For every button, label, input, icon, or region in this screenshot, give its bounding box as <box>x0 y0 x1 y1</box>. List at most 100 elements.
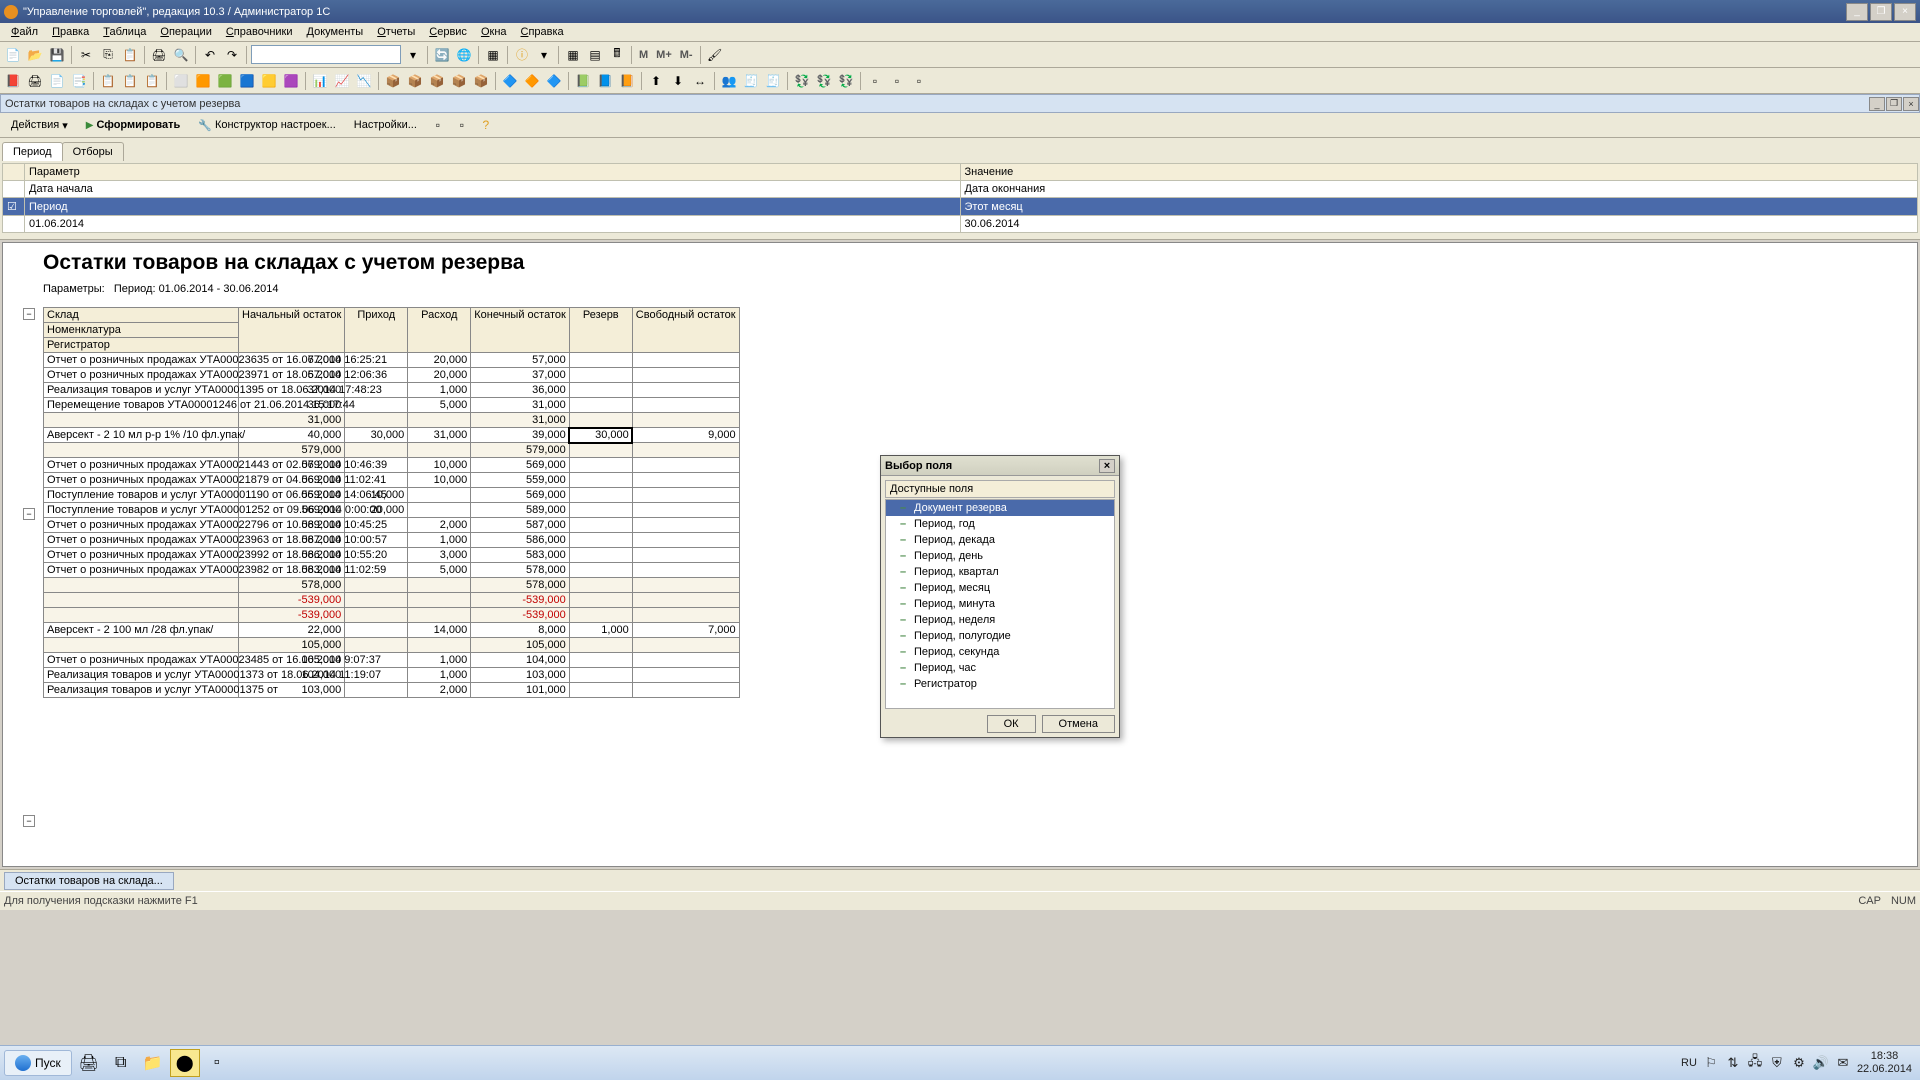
tray-flag-icon[interactable]: ⚐ <box>1703 1055 1719 1071</box>
table-row[interactable]: 578,000578,000 <box>44 578 740 593</box>
toolbar-icon[interactable]: 📦 <box>449 71 469 91</box>
tray-network-icon[interactable]: 🖧 <box>1747 1055 1763 1071</box>
table-row[interactable]: 31,00031,000 <box>44 413 740 428</box>
actions-dropdown[interactable]: Действия ▾ <box>4 116 75 135</box>
cancel-button[interactable]: Отмена <box>1042 715 1115 733</box>
tool-misc2[interactable]: ▫ <box>452 115 472 135</box>
field-item[interactable]: Документ резерва <box>886 500 1114 516</box>
tray-updown-icon[interactable]: ⇅ <box>1725 1055 1741 1071</box>
field-item[interactable]: Период, неделя <box>886 612 1114 628</box>
start-button[interactable]: Пуск <box>4 1050 72 1076</box>
tool-misc1[interactable]: ▫ <box>428 115 448 135</box>
grid2-icon[interactable]: ▤ <box>585 45 605 65</box>
table-row[interactable]: Отчет о розничных продажах УТА00023971 о… <box>44 368 740 383</box>
toolbar-icon[interactable]: 📋 <box>98 71 118 91</box>
table-row[interactable]: Перемещение товаров УТА00001246 от 21.06… <box>44 398 740 413</box>
toolbar-icon[interactable]: ⬆ <box>646 71 666 91</box>
table-row[interactable]: Отчет о розничных продажах УТА00022796 о… <box>44 518 740 533</box>
tray-shield-icon[interactable]: ⛨ <box>1769 1055 1785 1071</box>
field-item[interactable]: Период, месяц <box>886 580 1114 596</box>
cut-icon[interactable]: ✂ <box>76 45 96 65</box>
dropdown-icon[interactable]: ▾ <box>403 45 423 65</box>
table-row[interactable]: Отчет о розничных продажах УТА00021443 о… <box>44 458 740 473</box>
constructor-button[interactable]: 🔧 Конструктор настроек... <box>191 116 343 135</box>
preview-icon[interactable]: 🔍 <box>171 45 191 65</box>
field-item[interactable]: Период, декада <box>886 532 1114 548</box>
field-item[interactable]: Период, полугодие <box>886 628 1114 644</box>
field-item[interactable]: Период, день <box>886 548 1114 564</box>
ql-explorer-icon[interactable]: 📁 <box>138 1049 168 1077</box>
toolbar-icon[interactable]: 📦 <box>405 71 425 91</box>
field-item[interactable]: Период, квартал <box>886 564 1114 580</box>
brush-icon[interactable]: 🖌 <box>705 45 725 65</box>
toolbar-icon[interactable]: 📦 <box>471 71 491 91</box>
print-icon[interactable]: 🖨 <box>149 45 169 65</box>
window-tab[interactable]: Остатки товаров на склада... <box>4 872 174 890</box>
redo-icon[interactable]: ↷ <box>222 45 242 65</box>
table-row[interactable]: -539,000-539,000 <box>44 593 740 608</box>
table-row[interactable]: 105,000105,000 <box>44 638 740 653</box>
toolbar-icon[interactable]: 💱 <box>792 71 812 91</box>
table-row[interactable]: Отчет о розничных продажах УТА00023992 о… <box>44 548 740 563</box>
table-row[interactable]: -539,000-539,000 <box>44 608 740 623</box>
table-row[interactable]: Реализация товаров и услуг УТА00001373 о… <box>44 668 740 683</box>
toolbar-icon[interactable]: 📊 <box>310 71 330 91</box>
toolbar-icon[interactable]: ↔ <box>690 71 710 91</box>
tray-gear-icon[interactable]: ⚙ <box>1791 1055 1807 1071</box>
toolbar-icon[interactable]: 🔷 <box>500 71 520 91</box>
toolbar-icon[interactable]: 📗 <box>573 71 593 91</box>
toolbar-icon[interactable]: 📋 <box>142 71 162 91</box>
menu-item[interactable]: Окна <box>474 24 514 40</box>
table-row[interactable]: Аверсект - 2 10 мл р-р 1% /10 фл.упак/40… <box>44 428 740 443</box>
toolbar-icon[interactable]: 📕 <box>3 71 23 91</box>
toolbar-icon[interactable]: 📉 <box>354 71 374 91</box>
param-row[interactable]: 01.06.201430.06.2014 <box>3 216 1918 233</box>
toolbar-icon[interactable]: 💱 <box>814 71 834 91</box>
restore-button[interactable]: ❐ <box>1870 3 1892 21</box>
toolbar-icon[interactable]: ▫ <box>865 71 885 91</box>
lang-indicator[interactable]: RU <box>1681 1057 1697 1069</box>
close-button[interactable]: × <box>1894 3 1916 21</box>
dialog-titlebar[interactable]: Выбор поля × <box>881 456 1119 476</box>
toolbar-icon[interactable]: 📈 <box>332 71 352 91</box>
minimize-button[interactable]: _ <box>1846 3 1868 21</box>
expand-handle-2[interactable]: − <box>23 815 35 827</box>
table-row[interactable]: 579,000579,000 <box>44 443 740 458</box>
toolbar-icon[interactable]: 🔶 <box>522 71 542 91</box>
field-item[interactable]: Регистратор <box>886 676 1114 692</box>
field-item[interactable]: Период, секунда <box>886 644 1114 660</box>
save-icon[interactable]: 💾 <box>47 45 67 65</box>
copy-icon[interactable]: ⎘ <box>98 45 118 65</box>
m-button[interactable]: M <box>636 49 651 61</box>
toolbar-icon[interactable]: 📘 <box>595 71 615 91</box>
dropdown2-icon[interactable]: ▾ <box>534 45 554 65</box>
param-row[interactable]: Дата началаДата окончания <box>3 181 1918 198</box>
table-row[interactable]: Отчет о розничных продажах УТА00023982 о… <box>44 563 740 578</box>
doc-restore-button[interactable]: ❐ <box>1886 97 1902 111</box>
doc-close-button[interactable]: × <box>1903 97 1919 111</box>
table-icon[interactable]: ▦ <box>483 45 503 65</box>
ql-1c-icon[interactable]: ⬤ <box>170 1049 200 1077</box>
table-row[interactable]: Поступление товаров и услуг УТА00001190 … <box>44 488 740 503</box>
collapse-handle[interactable]: − <box>23 308 35 320</box>
paste-icon[interactable]: 📋 <box>120 45 140 65</box>
run-button[interactable]: ▶Сформировать <box>79 116 188 134</box>
menu-item[interactable]: Справка <box>514 24 571 40</box>
table-row[interactable]: Отчет о розничных продажах УТА00023635 о… <box>44 353 740 368</box>
toolbar-icon[interactable]: 🟧 <box>193 71 213 91</box>
ql-printer-icon[interactable]: 🖨 <box>74 1049 104 1077</box>
toolbar-icon[interactable]: 🖨 <box>25 71 45 91</box>
expand-handle-1[interactable]: − <box>23 508 35 520</box>
menu-item[interactable]: Отчеты <box>370 24 422 40</box>
calc-icon[interactable]: 🖩 <box>607 45 627 65</box>
toolbar-icon[interactable]: 💱 <box>836 71 856 91</box>
toolbar-icon[interactable]: ⬇ <box>668 71 688 91</box>
table-row[interactable]: Реализация товаров и услуг УТА00001375 о… <box>44 683 740 698</box>
toolbar-icon[interactable]: 📑 <box>69 71 89 91</box>
toolbar-icon[interactable]: 📦 <box>383 71 403 91</box>
field-item[interactable]: Период, минута <box>886 596 1114 612</box>
toolbar-icon[interactable]: 🟨 <box>259 71 279 91</box>
table-row[interactable]: Отчет о розничных продажах УТА00023485 о… <box>44 653 740 668</box>
toolbar-icon[interactable]: 📋 <box>120 71 140 91</box>
toolbar-icon[interactable]: ▫ <box>887 71 907 91</box>
